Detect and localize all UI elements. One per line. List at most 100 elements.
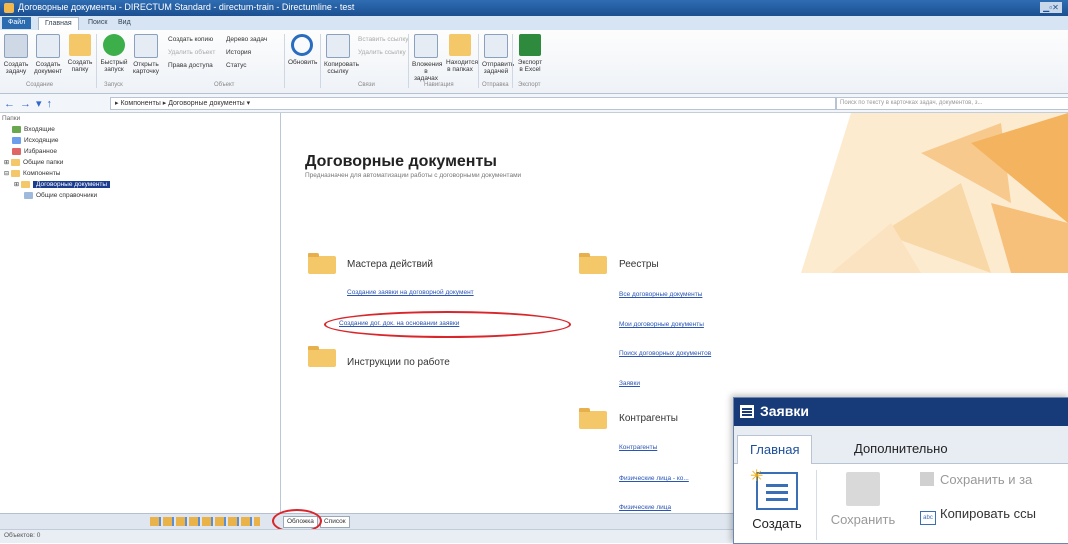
attachments-label: Вложения в задачах: [412, 61, 443, 82]
open-card-label: Открыть карточку: [132, 61, 159, 75]
folder-icon: [308, 346, 336, 367]
group-label: Связи: [358, 82, 375, 88]
create-folder-button[interactable]: Создать папку: [66, 34, 94, 73]
app-icon: [4, 3, 14, 13]
decorative-banner: [801, 113, 1068, 273]
save-small-icon: [920, 472, 934, 486]
tab-main[interactable]: Главная: [737, 435, 813, 465]
title-bar: Договорные документы - DIRECTUM Standard…: [0, 0, 1068, 16]
section-instructions: Инструкции по работе: [347, 357, 450, 368]
tree-item-reference-books[interactable]: Общие справочники: [24, 191, 97, 200]
folder-icon: [308, 253, 336, 274]
tab-search[interactable]: Поиск: [82, 17, 113, 29]
save-button[interactable]: Сохранить: [818, 472, 908, 527]
link-all-contract-docs[interactable]: Все договорные документы: [619, 291, 702, 298]
create-label: Создать: [752, 516, 802, 531]
create-task-label: Создать задачу: [3, 61, 29, 75]
folder-icon: [579, 408, 607, 429]
create-document-label: Создать документ: [34, 61, 63, 75]
link-individuals-contractors[interactable]: Физические лица - ко...: [619, 475, 689, 482]
copy-link-popup-button[interactable]: abc Копировать ссы: [920, 506, 1036, 525]
separator: [284, 34, 285, 88]
refresh-button[interactable]: Обновить: [288, 34, 317, 66]
save-and-close-button[interactable]: Сохранить и за: [920, 472, 1032, 487]
tree-item-favorites[interactable]: Избранное: [12, 147, 57, 156]
delete-link-button[interactable]: Удалить ссылку: [358, 49, 406, 56]
link-my-contract-docs[interactable]: Мои договорные документы: [619, 321, 704, 328]
group-label: Навигация: [424, 82, 454, 88]
link-create-request[interactable]: Создание заявки на договорной документ: [347, 289, 474, 296]
tab-view[interactable]: Вид: [112, 17, 137, 29]
status-button[interactable]: Статус: [226, 62, 247, 69]
tab-home[interactable]: Главная: [38, 17, 79, 30]
window-controls[interactable]: ▁▫✕: [1040, 2, 1062, 13]
copy-link-button[interactable]: Копировать ссылку: [324, 34, 359, 75]
access-rights-button[interactable]: Права доступа: [168, 62, 213, 69]
expand-icon[interactable]: ⊞: [4, 160, 9, 166]
favorites-icon: [12, 147, 21, 155]
tree-item-label: Договорные документы: [33, 181, 111, 188]
group-label: Отправка: [482, 82, 509, 88]
send-as-task-button[interactable]: Отправить задачей: [482, 34, 514, 75]
separator: [512, 34, 513, 88]
reference-icon: [24, 191, 33, 199]
tree-item-outbox[interactable]: Исходящие: [12, 136, 58, 145]
insert-link-button[interactable]: Вставить ссылку: [358, 36, 409, 43]
section-registers: Реестры: [619, 259, 659, 270]
folder-icon: [11, 169, 21, 177]
link-individuals[interactable]: Физические лица: [619, 504, 671, 511]
task-tree-button[interactable]: Дерево задач: [226, 36, 267, 43]
open-card-button[interactable]: Открыть карточку: [132, 34, 160, 75]
collapse-icon[interactable]: ⊟: [4, 171, 9, 177]
expand-icon[interactable]: ⊞: [14, 182, 19, 188]
tree-item-label: Общие справочники: [36, 192, 98, 199]
save-icon: [846, 472, 880, 506]
folder-tree: Папки Входящие Исходящие Избранное ⊞ Общи…: [0, 113, 281, 513]
in-folders-label: Находится в папках: [446, 59, 479, 73]
search-input[interactable]: Поиск по тексту в карточках задач, докум…: [836, 97, 1068, 110]
folder-icon: [21, 180, 31, 188]
tab-list[interactable]: Список: [320, 516, 350, 528]
create-copy-button[interactable]: Создать копию: [168, 36, 213, 43]
group-label: Объект: [214, 82, 235, 88]
create-folder-label: Создать папку: [67, 59, 93, 73]
export-excel-button[interactable]: Экспорт в Excel: [516, 34, 544, 73]
link-requests[interactable]: Заявки: [619, 380, 640, 387]
tree-item-shared-folders[interactable]: ⊞ Общие папки: [4, 158, 63, 167]
tab-additional[interactable]: Дополнительно: [842, 435, 960, 463]
link-counterparties[interactable]: Контрагенты: [619, 444, 657, 451]
toolbar-icons[interactable]: [150, 517, 260, 526]
tree-item-inbox[interactable]: Входящие: [12, 125, 55, 134]
create-document-button[interactable]: Создать документ: [34, 34, 62, 75]
history-button[interactable]: История: [226, 49, 251, 56]
requests-window: Заявки Главная Дополнительно ✳ Создать С…: [733, 397, 1068, 544]
quick-launch-button[interactable]: Быстрый запуск: [100, 34, 128, 73]
link-icon: abc: [920, 511, 936, 525]
breadcrumb[interactable]: ▸ Компоненты ▸ Договорные документы ▾: [110, 97, 836, 110]
separator: [320, 34, 321, 88]
tree-item-label: Компоненты: [23, 170, 61, 177]
highlight-ellipse: [324, 311, 571, 338]
inbox-icon: [12, 125, 21, 133]
tree-item-contract-documents[interactable]: ⊞ Договорные документы: [14, 180, 111, 189]
tab-file[interactable]: Файл: [2, 17, 32, 29]
link-search-contract-docs[interactable]: Поиск договорных документов: [619, 350, 711, 357]
delete-object-button[interactable]: Удалить объект: [168, 49, 215, 56]
create-button[interactable]: ✳ Создать: [740, 468, 814, 531]
requests-window-title: Заявки: [760, 403, 809, 419]
copy-link-label: Копировать ссылку: [324, 61, 359, 75]
export-label: Экспорт в Excel: [517, 59, 543, 73]
navigation-arrows-icon[interactable]: ←→▾↑: [4, 97, 57, 110]
create-task-button[interactable]: Создать задачу: [2, 34, 30, 75]
in-folders-button[interactable]: Находится в папках: [446, 34, 478, 73]
list-icon: [740, 405, 754, 418]
save-and-label: Сохранить и за: [940, 472, 1033, 487]
ribbon: Создать задачу Создать документ Создать …: [0, 30, 1068, 94]
requests-ribbon: ✳ Создать Сохранить Сохранить и за abc Ко…: [734, 464, 1068, 543]
tree-item-components[interactable]: ⊟ Компоненты: [4, 169, 60, 178]
group-label: Экспорт: [518, 82, 541, 88]
attachments-in-tasks-button[interactable]: Вложения в задачах: [412, 34, 443, 82]
separator: [408, 34, 409, 88]
tree-header: Папки: [2, 115, 21, 122]
page-subtitle: Предназначен для автоматизации работы с …: [305, 172, 522, 179]
